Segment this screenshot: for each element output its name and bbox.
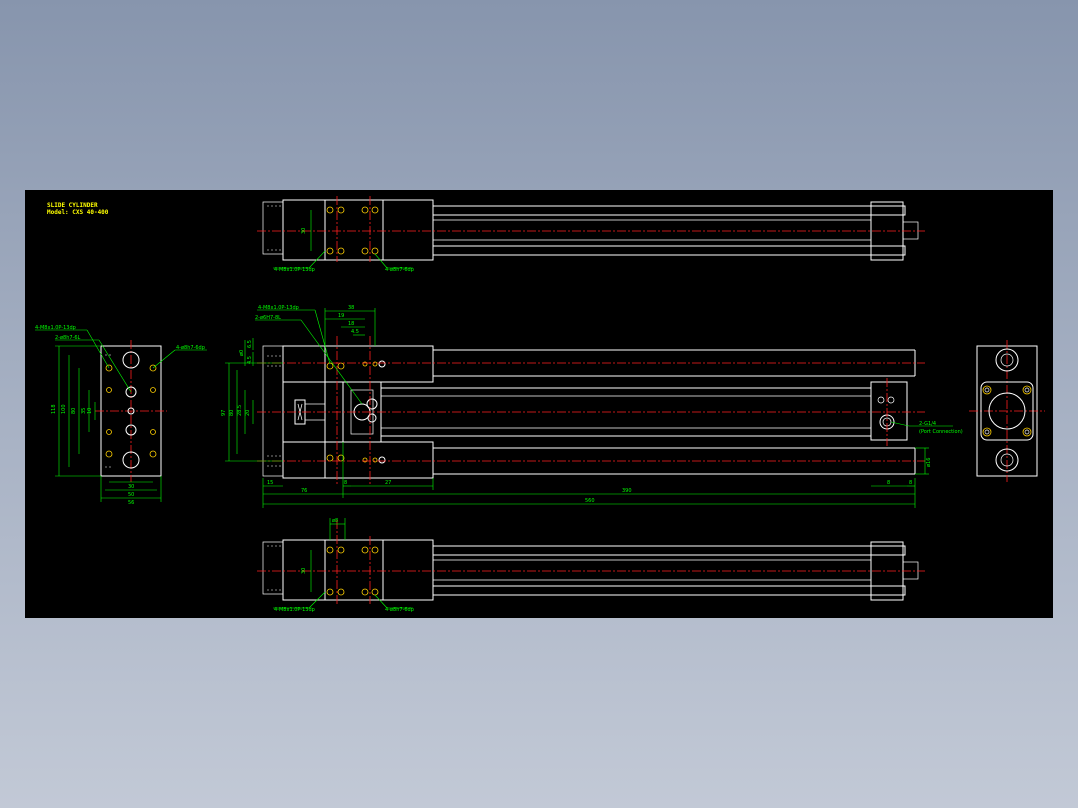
top-view-rod-upper (432, 205, 906, 216)
main-dim-top-0: 38 (348, 305, 354, 311)
main-dim-bottom-7: 8 (909, 480, 912, 486)
left-view-callout-pin: 2-ø8h7-6L (55, 335, 81, 341)
top-view-callout-left: 4-M8x1.0P-13dp (274, 267, 315, 273)
bottom-view-dim-top: ø8 (332, 518, 338, 524)
title-line-2: Model: CXS 40-400 (47, 209, 109, 216)
left-view-callout-right: 4-ø8h7-6dp (176, 345, 205, 351)
left-end-view: 118 100 80 35 10 30 50 56 4-M8x1.0P-13dp… (35, 325, 207, 506)
top-view-flange (262, 201, 284, 255)
bottom-view: ø8 30 4-M8x1.0P-13dp 4-ø8h7-6dp (257, 518, 925, 613)
main-view-lower-block (282, 441, 434, 479)
bottom-view-callout-left: 4-M8x1.0P-13dp (274, 607, 315, 613)
left-view-callout-top: 4-M8x1.0P-13dp (35, 325, 76, 331)
bottom-view-callout-right: 4-ø8h7-6dp (385, 607, 414, 613)
bottom-view-rod-lower (432, 585, 906, 596)
bottom-view-rod-upper (432, 545, 906, 556)
main-dim-right-v: ø16 (926, 458, 932, 467)
main-dim-bottom-6: 8 (887, 480, 890, 486)
left-view-dim-v-1: 100 (61, 404, 67, 414)
bottom-view-dim-v: 30 (301, 568, 307, 574)
right-end-view (969, 340, 1045, 482)
main-dim-bottom-5: 390 (622, 488, 632, 494)
top-view: 30 4-M8x1.0P-13dp 4-ø8h7-6dp (257, 196, 925, 273)
main-dim-top-1: 19 (338, 313, 344, 319)
left-view-dim-h-2: 56 (128, 500, 134, 506)
cad-drawing[interactable]: SLIDE CYLINDER Model: CXS 40-400 30 4-M8… (25, 190, 1053, 618)
main-dim-top-2: 18 (348, 321, 354, 327)
left-view-dim-h-0: 30 (128, 484, 134, 490)
top-view-rod-lower (432, 245, 906, 256)
main-dim-left-2: 28.5 (237, 405, 243, 416)
left-view-dim-v-0: 118 (51, 404, 57, 414)
main-dim-left-3: 20 (245, 410, 251, 416)
main-dim-left-small-0: 6.5 (247, 340, 253, 348)
main-callout-port-sub: (Port Connection) (919, 429, 963, 435)
main-view-front-flange (262, 345, 284, 477)
main-dim-top-3: 4.5 (351, 329, 359, 335)
top-view-dim-v: 30 (301, 228, 307, 234)
main-view-upper-block (282, 345, 434, 383)
main-dim-bottom-4: 560 (585, 498, 595, 504)
main-dim-left-0: 97 (221, 410, 227, 416)
title-line-1: SLIDE CYLINDER (47, 202, 98, 209)
main-dim-bottom-1: 76 (301, 488, 307, 494)
main-view-end-cap (870, 381, 908, 441)
main-view: 38 19 18 4.5 4-M8x1.0P-13dp 2-ø6H7-8L 6.… (221, 305, 963, 508)
main-dim-left-small-1: ø0 (239, 350, 245, 356)
left-view-dim-v-2: 80 (71, 408, 77, 414)
left-view-dim-h-1: 50 (128, 492, 134, 498)
main-callout-port: 2-G1/4 (919, 421, 936, 427)
main-dim-left-1: 80 (229, 410, 235, 416)
main-dim-bottom-3: 27 (385, 480, 391, 486)
main-dim-bottom-2: 8 (344, 480, 347, 486)
top-view-callout-right: 4-ø8h7-6dp (385, 267, 414, 273)
cad-model-space[interactable]: SLIDE CYLINDER Model: CXS 40-400 30 4-M8… (25, 190, 1053, 618)
left-view-dim-v-4: 10 (87, 408, 93, 414)
main-callout-top: 4-M8x1.0P-13dp (258, 305, 299, 311)
main-callout-pin: 2-ø6H7-8L (255, 315, 281, 321)
main-dim-bottom-0: 15 (267, 480, 273, 486)
